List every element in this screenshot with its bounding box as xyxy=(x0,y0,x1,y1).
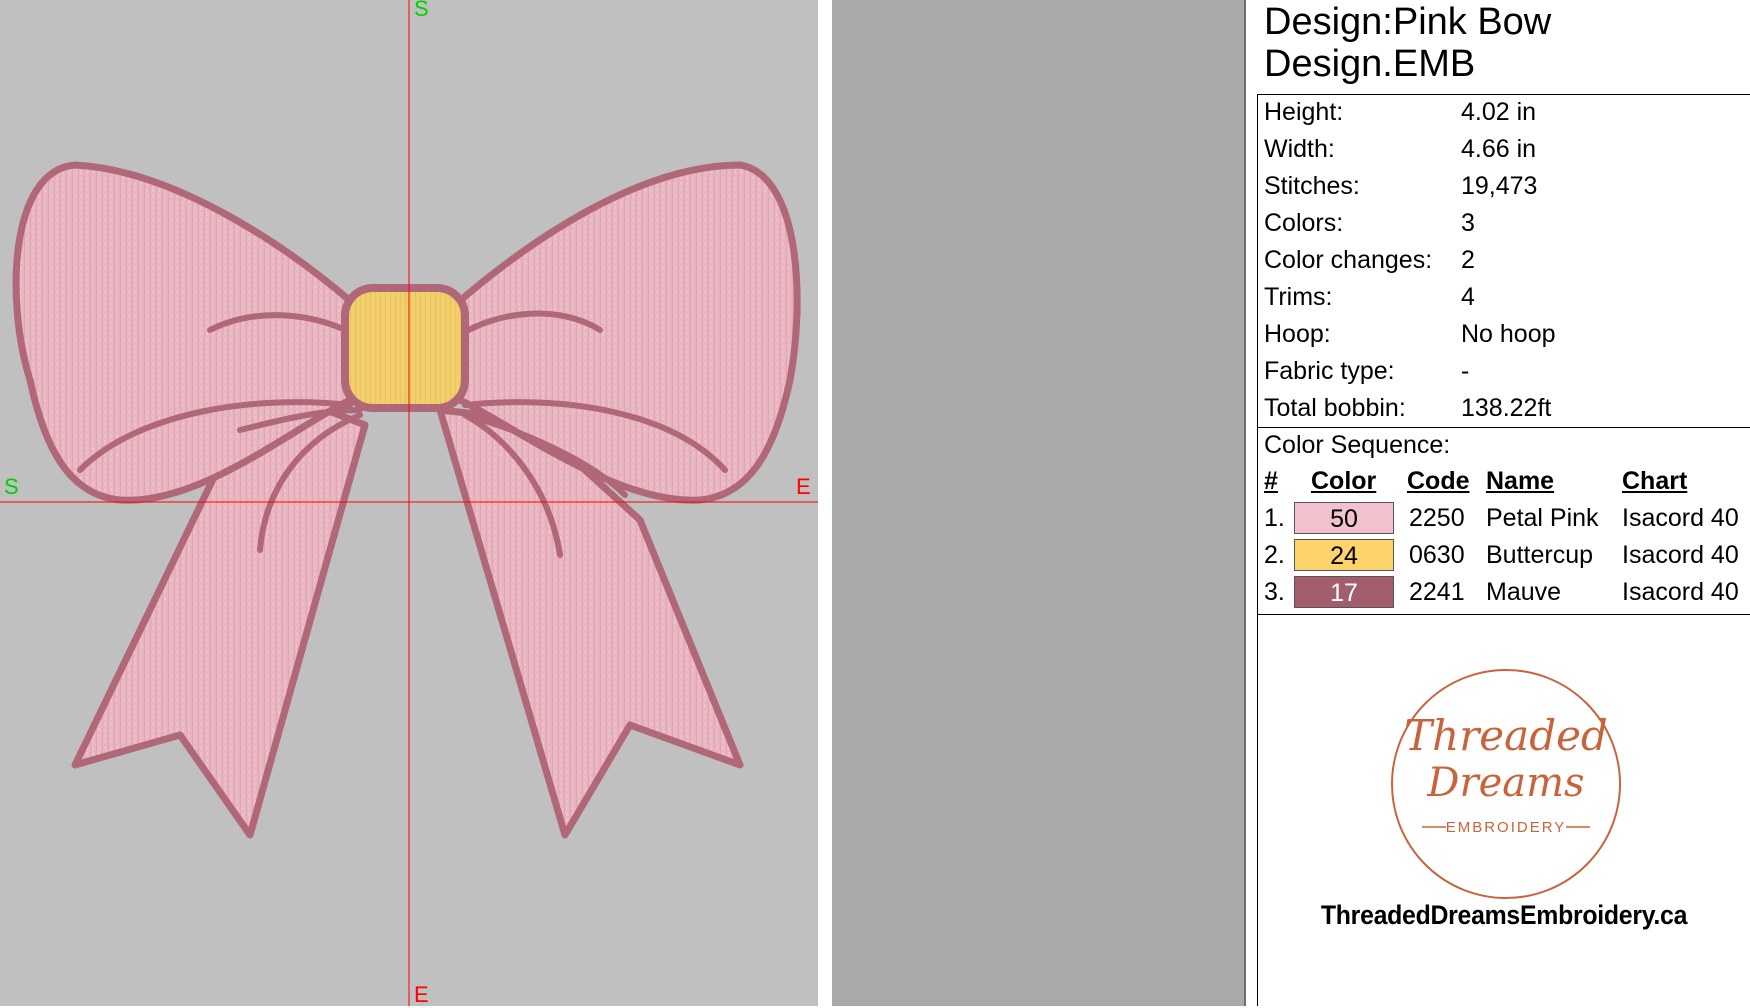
color-swatch: 24 xyxy=(1294,539,1394,571)
bow-knot xyxy=(341,284,469,412)
axis-label-left: S xyxy=(4,474,19,499)
color-row-num: 2. xyxy=(1264,541,1285,569)
color-name: Mauve xyxy=(1486,578,1562,606)
property-value: 4.02 in xyxy=(1461,98,1537,126)
panel-divider xyxy=(818,0,832,1006)
color-code: 0630 xyxy=(1409,541,1465,569)
threaded-dreams-logo: Threaded Dreams EMBROIDERY xyxy=(1391,669,1621,899)
property-label: Color changes: xyxy=(1264,246,1433,274)
property-value: 3 xyxy=(1461,209,1475,237)
property-label: Colors: xyxy=(1264,209,1344,237)
color-code: 2241 xyxy=(1409,578,1465,606)
property-value: 4.66 in xyxy=(1461,135,1537,163)
logo-line1: Threaded xyxy=(1404,711,1608,760)
info-inner-border xyxy=(1257,94,1258,1006)
color-sequence-title: Color Sequence: xyxy=(1264,431,1451,459)
color-name: Buttercup xyxy=(1486,541,1594,569)
property-value: - xyxy=(1461,357,1470,385)
color-chart: Isacord 40 xyxy=(1622,541,1739,569)
color-row-num: 3. xyxy=(1264,578,1285,606)
property-label: Hoop: xyxy=(1264,320,1331,348)
property-row: Hoop: No hoop xyxy=(1264,319,1556,349)
color-swatch: 50 xyxy=(1294,502,1394,534)
col-header-color: Color xyxy=(1311,467,1377,495)
property-row: Width: 4.66 in xyxy=(1264,134,1536,164)
col-header-chart: Chart xyxy=(1622,467,1688,495)
color-name: Petal Pink xyxy=(1486,504,1599,532)
axis-label-top: S xyxy=(414,0,429,21)
logo-line2: Dreams xyxy=(1426,760,1584,806)
color-code: 2250 xyxy=(1409,504,1465,532)
property-label: Width: xyxy=(1264,135,1335,163)
logo-line3: EMBROIDERY xyxy=(1446,819,1567,836)
axis-label-bottom: E xyxy=(414,982,429,1007)
property-row: Trims: 4 xyxy=(1264,282,1475,312)
property-row: Total bobbin: 138.22ft xyxy=(1264,393,1551,423)
property-row: Height: 4.02 in xyxy=(1264,97,1536,127)
axis-label-right: E xyxy=(796,474,811,499)
bow-design xyxy=(0,0,818,1006)
color-row: 2. 24 0630 Buttercup Isacord 40 xyxy=(1264,539,1744,571)
property-label: Trims: xyxy=(1264,283,1333,311)
website-url: ThreadedDreamsEmbroidery.ca xyxy=(1320,900,1688,930)
property-row: Fabric type: - xyxy=(1264,356,1469,386)
color-row: 3. 17 2241 Mauve Isacord 40 xyxy=(1264,576,1744,608)
property-value: 2 xyxy=(1461,246,1475,274)
property-value: 4 xyxy=(1461,283,1475,311)
color-row-num: 1. xyxy=(1264,504,1285,532)
property-label: Stitches: xyxy=(1264,172,1360,200)
property-value: 138.22ft xyxy=(1461,394,1552,422)
property-label: Total bobbin: xyxy=(1264,394,1406,422)
property-row: Colors: 3 xyxy=(1264,208,1475,238)
property-value: 19,473 xyxy=(1461,172,1538,200)
col-header-num: # xyxy=(1264,467,1278,495)
property-label: Fabric type: xyxy=(1264,357,1395,385)
property-row: Color changes: 2 xyxy=(1264,245,1475,275)
color-swatch: 17 xyxy=(1294,576,1394,608)
property-value: No hoop xyxy=(1461,320,1556,348)
property-row: Stitches: 19,473 xyxy=(1264,171,1537,201)
property-label: Height: xyxy=(1264,98,1344,126)
color-chart: Isacord 40 xyxy=(1622,578,1739,606)
preview-panel xyxy=(832,0,1244,1006)
color-row: 1. 50 2250 Petal Pink Isacord 40 xyxy=(1264,502,1744,534)
design-canvas[interactable]: S S E E xyxy=(0,0,818,1007)
divider xyxy=(1258,614,1750,615)
divider xyxy=(1258,94,1750,95)
design-filename: Design.EMB xyxy=(1264,43,1476,85)
divider xyxy=(1258,427,1750,428)
col-header-code: Code xyxy=(1407,467,1470,495)
color-chart: Isacord 40 xyxy=(1622,504,1739,532)
design-title: Design:Pink Bow xyxy=(1264,1,1552,43)
col-header-name: Name xyxy=(1486,467,1555,495)
